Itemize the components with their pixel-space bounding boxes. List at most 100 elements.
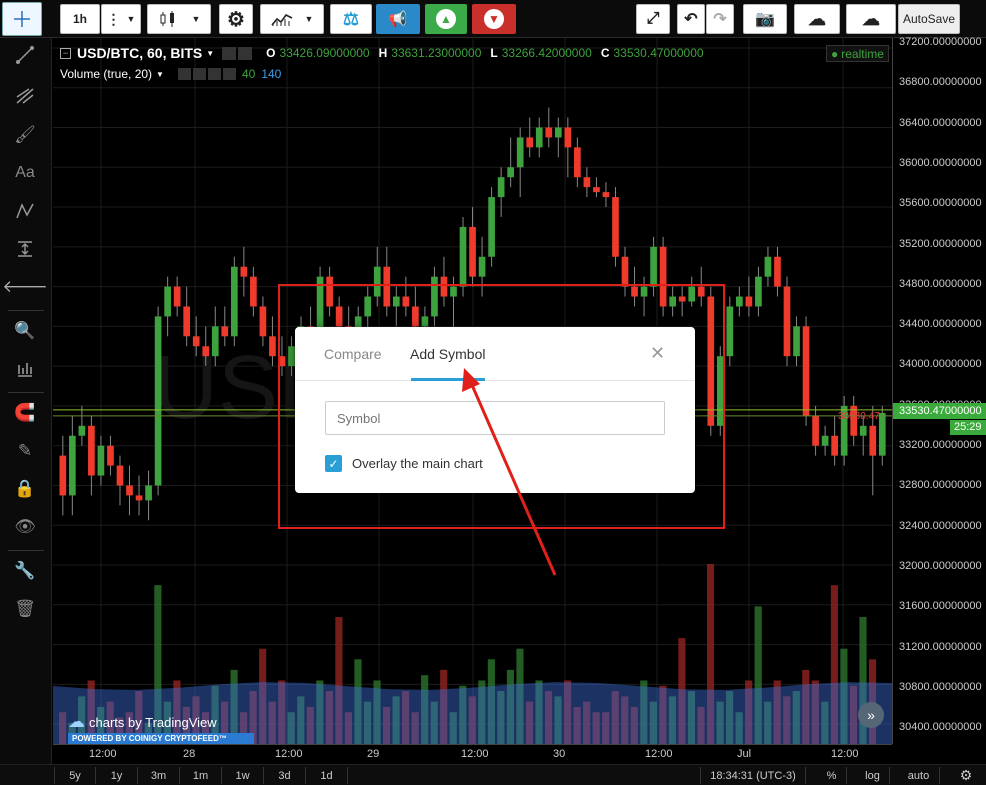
candle-body	[459, 226, 467, 287]
price-tick-label: 34400.00000000	[899, 318, 982, 331]
price-tick-label: 34000.00000000	[899, 358, 982, 371]
symbol-input[interactable]	[325, 401, 665, 435]
settings-button[interactable]: ⚙	[219, 4, 253, 34]
candle-body	[516, 137, 524, 168]
candle-body	[192, 336, 200, 347]
countdown-tag: 25:29	[950, 420, 986, 435]
interval-label: 1h	[72, 12, 87, 26]
redo-button[interactable]: ↷	[706, 4, 734, 34]
tradingview-watermark[interactable]: ☁ charts by TradingView POWERED BY COINI…	[68, 712, 254, 744]
range-button-1d[interactable]: 1d	[306, 767, 348, 784]
percent-scale-toggle[interactable]: %	[817, 767, 847, 784]
chart-settings-menu-button[interactable]: ⋮ ▼	[101, 4, 141, 34]
log-scale-toggle[interactable]: log	[856, 767, 890, 784]
candle-body	[593, 187, 600, 193]
compare-button[interactable]: ⚖	[330, 4, 372, 34]
tab-add-symbol[interactable]: Add Symbol	[410, 346, 485, 362]
chevron-up-circle-icon: ▲	[436, 9, 456, 29]
fib-tool[interactable]	[8, 80, 42, 110]
tools-settings[interactable]: 🔧	[8, 556, 42, 586]
pitchfork-icon	[16, 88, 34, 104]
text-tool[interactable]: Aa	[8, 158, 42, 188]
collapse-legend-icon[interactable]: −	[60, 47, 71, 59]
range-button-1m[interactable]: 1m	[180, 767, 222, 784]
gear-icon: ⚙	[959, 767, 973, 783]
stay-drawing-tool[interactable]: ✎	[8, 436, 42, 466]
price-scale-tool[interactable]	[8, 354, 42, 384]
gear-icon[interactable]	[192, 68, 206, 80]
close-icon[interactable]	[207, 68, 221, 80]
lock-tool[interactable]: 🔒	[8, 474, 42, 504]
chevron-down-icon[interactable]: ▼	[156, 70, 164, 79]
overlay-checkbox-row[interactable]: ✓ Overlay the main chart	[325, 455, 483, 472]
range-button-5y[interactable]: 5y	[54, 767, 96, 784]
range-button-3m[interactable]: 3m	[138, 767, 180, 784]
hide-toolbar-button[interactable]: 🡐	[2, 272, 48, 302]
compare-dialog: Compare Add Symbol ✕ ✓ Overlay the main …	[295, 327, 695, 493]
price-tick-label: 31600.00000000	[899, 600, 982, 613]
save-chart-button[interactable]: ☁	[846, 4, 896, 34]
eye-slash-icon: 👁	[14, 517, 36, 536]
candle-body	[869, 425, 877, 456]
brush-tool[interactable]: 🖌	[8, 120, 42, 150]
autosave-button[interactable]: AutoSave	[898, 4, 960, 34]
remove-drawings-tool[interactable]: 🗑	[8, 594, 42, 624]
time-tick-label: 12:00	[461, 748, 489, 760]
undo-button[interactable]: ↶	[677, 4, 705, 34]
pattern-tool[interactable]	[8, 196, 42, 226]
scale-settings-button[interactable]: ⚙	[954, 767, 978, 784]
clock-readout[interactable]: 18:34:31 (UTC-3)	[700, 767, 806, 784]
interval-button[interactable]: 1h	[60, 4, 100, 34]
symbol-title[interactable]: USD/BTC, 60, BITS	[77, 45, 202, 61]
indicators-button[interactable]: ▼	[260, 4, 324, 34]
range-button-3d[interactable]: 3d	[264, 767, 306, 784]
eye-icon[interactable]	[222, 46, 237, 60]
volume-indicator-title[interactable]: Volume (true, 20)	[60, 67, 152, 81]
candle-body	[107, 445, 114, 466]
dialog-header: Compare Add Symbol ✕	[295, 327, 695, 381]
low-value: 33266.42000000	[501, 46, 592, 60]
divider	[8, 310, 44, 311]
range-button-1w[interactable]: 1w	[222, 767, 264, 784]
measure-tool[interactable]	[8, 234, 42, 264]
high-value: 33631.23000000	[391, 46, 482, 60]
price-tick-label: 30800.00000000	[899, 680, 982, 693]
gear-icon[interactable]	[238, 46, 253, 60]
auto-scale-toggle[interactable]: auto	[898, 767, 940, 784]
fullscreen-button[interactable]: ⤢	[636, 4, 670, 34]
measure-icon	[18, 241, 32, 257]
candle-body	[173, 286, 181, 307]
more-icon[interactable]	[222, 68, 236, 80]
alert-button[interactable]: 📢	[376, 4, 420, 34]
scroll-to-realtime-button[interactable]: »	[858, 702, 884, 728]
range-button-1y[interactable]: 1y	[96, 767, 138, 784]
price-axis[interactable]: 37200.00000000 36800.00000000 36400.000000…	[892, 36, 986, 744]
buy-button[interactable]: ▲	[425, 4, 467, 34]
price-tick-label: 35600.00000000	[899, 197, 982, 210]
price-tick-label: 35200.00000000	[899, 237, 982, 250]
sell-button[interactable]: ▼	[472, 4, 516, 34]
candle-body	[574, 147, 581, 178]
time-axis[interactable]: 12:00 28 12:00 29 12:00 30 12:00 Jul 12:00	[53, 744, 892, 764]
overlay-checkbox[interactable]: ✓	[325, 455, 342, 472]
trend-line-tool[interactable]	[8, 40, 42, 70]
time-tick-label: 30	[553, 748, 566, 760]
snapshot-button[interactable]: 📷	[743, 4, 787, 34]
load-chart-button[interactable]: ☁	[794, 4, 840, 34]
price-tick-label: 30400.00000000	[899, 721, 982, 734]
magnet-tool[interactable]: 🧲	[8, 398, 42, 428]
hide-drawings-tool[interactable]: 👁	[8, 512, 42, 542]
candle-body	[602, 192, 610, 198]
tab-compare[interactable]: Compare	[324, 346, 382, 362]
zoom-in-tool[interactable]: 🔍	[8, 316, 42, 346]
close-button[interactable]: ✕	[650, 343, 665, 364]
active-tab-indicator	[411, 378, 485, 381]
time-tick-label: 12:00	[275, 748, 303, 760]
chart-type-button[interactable]: ▼	[147, 4, 211, 34]
crosshair-tool-button[interactable]	[2, 2, 42, 36]
cloud-icon: ☁	[68, 712, 85, 731]
eye-icon[interactable]	[177, 68, 191, 80]
chevron-down-icon[interactable]: ▼	[206, 49, 214, 58]
candle-body	[164, 286, 171, 317]
chevron-down-icon: ▼	[126, 14, 136, 24]
